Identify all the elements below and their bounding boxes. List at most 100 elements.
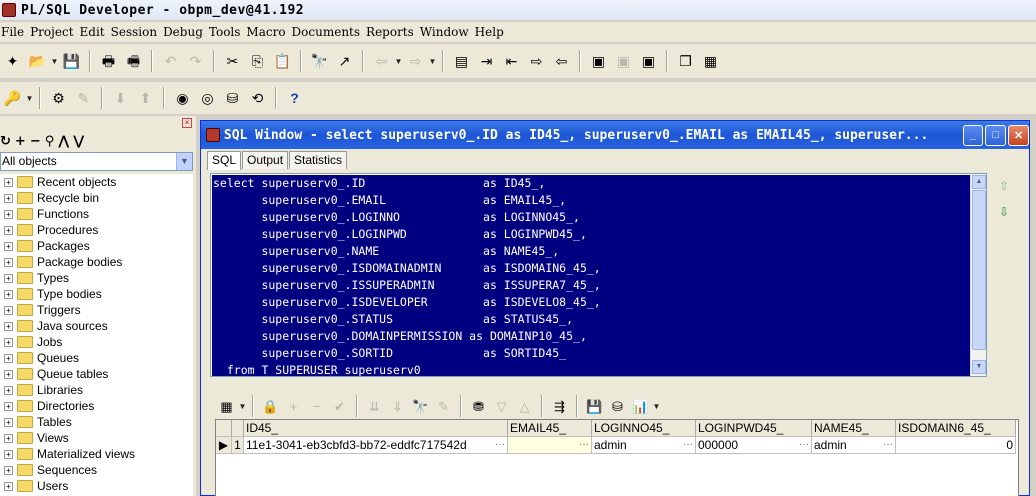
- indent-icon[interactable]: ⇥: [475, 50, 498, 73]
- browser-icon[interactable]: ▣: [587, 50, 610, 73]
- column-header[interactable]: LOGINNO45_: [592, 420, 696, 437]
- menu-help[interactable]: Help: [474, 25, 509, 39]
- ellipsis-icon[interactable]: ···: [799, 437, 809, 453]
- expand-toggle[interactable]: +: [4, 193, 13, 203]
- grid-dropdown-icon[interactable]: ▼: [238, 402, 247, 411]
- collapse-icon[interactable]: ⋁: [73, 134, 84, 149]
- expand-toggle[interactable]: +: [4, 305, 13, 315]
- expand-toggle[interactable]: +: [4, 209, 13, 219]
- menu-documents[interactable]: Documents: [291, 25, 365, 39]
- remove-icon[interactable]: −: [30, 134, 41, 149]
- save-icon[interactable]: 💾: [60, 50, 83, 73]
- find-icon[interactable]: ⚲: [45, 134, 55, 149]
- menu-edit[interactable]: Edit: [79, 25, 110, 39]
- editor-scrollbar[interactable]: ▲ ▼: [970, 174, 986, 376]
- menu-file[interactable]: File: [0, 25, 29, 39]
- tree-item-triggers[interactable]: + Triggers: [0, 302, 193, 318]
- menu-project[interactable]: Project: [29, 25, 78, 39]
- export-results-icon[interactable]: 💾: [584, 396, 605, 417]
- tree-item-queues[interactable]: + Queues: [0, 350, 193, 366]
- object-filter-select[interactable]: All objects ▼: [0, 152, 193, 171]
- query-by-example-icon[interactable]: ⛃: [468, 396, 489, 417]
- expand-toggle[interactable]: +: [4, 369, 13, 379]
- link-icon[interactable]: ⛁: [607, 396, 628, 417]
- clear-icon[interactable]: ✎: [433, 396, 454, 417]
- scrollbar-thumb[interactable]: [972, 190, 986, 350]
- grid-icon[interactable]: ▦: [216, 396, 237, 417]
- expand-toggle[interactable]: +: [4, 257, 13, 267]
- menu-debug[interactable]: Debug: [162, 25, 208, 39]
- grid-cell[interactable]: 000000 ···: [696, 437, 812, 454]
- expand-toggle[interactable]: +: [4, 401, 13, 411]
- expand-toggle[interactable]: +: [4, 481, 13, 491]
- lock-icon[interactable]: 🔒: [260, 396, 281, 417]
- tree-item-jobs[interactable]: + Jobs: [0, 334, 193, 350]
- delete-record-icon[interactable]: −: [306, 396, 327, 417]
- forward-icon[interactable]: ⇨: [404, 50, 427, 73]
- tree-item-tables[interactable]: + Tables: [0, 414, 193, 430]
- uppercase-icon[interactable]: ⇨: [525, 50, 548, 73]
- menu-macro[interactable]: Macro: [245, 25, 290, 39]
- find-icon[interactable]: 🔭: [410, 396, 431, 417]
- menu-reports[interactable]: Reports: [365, 25, 419, 39]
- maximize-icon[interactable]: □: [985, 124, 1007, 146]
- expand-icon[interactable]: ⋀: [58, 134, 69, 149]
- insert-record-icon[interactable]: +: [283, 396, 304, 417]
- export-icon[interactable]: ⬆: [134, 87, 157, 110]
- next-page-icon[interactable]: ▽: [491, 396, 512, 417]
- import-icon[interactable]: ⬇: [109, 87, 132, 110]
- column-header[interactable]: EMAIL45_: [508, 420, 592, 437]
- expand-toggle[interactable]: +: [4, 321, 13, 331]
- arrow-down-icon[interactable]: ⇩: [997, 205, 1011, 221]
- close-icon[interactable]: ✕: [1008, 124, 1030, 146]
- previous-page-icon[interactable]: △: [514, 396, 535, 417]
- tree-item-package-bodies[interactable]: + Package bodies: [0, 254, 193, 270]
- tree-item-sequences[interactable]: + Sequences: [0, 462, 193, 478]
- expand-toggle[interactable]: +: [4, 353, 13, 363]
- tree-item-recycle-bin[interactable]: + Recycle bin: [0, 190, 193, 206]
- expand-toggle[interactable]: +: [4, 337, 13, 347]
- expand-toggle[interactable]: +: [4, 385, 13, 395]
- tree-item-materialized-views[interactable]: + Materialized views: [0, 446, 193, 462]
- execute-icon[interactable]: ⛁: [221, 87, 244, 110]
- column-header[interactable]: ID45_: [244, 420, 508, 437]
- tree-item-libraries[interactable]: + Libraries: [0, 382, 193, 398]
- scroll-down-icon[interactable]: ▼: [972, 360, 986, 374]
- ellipsis-icon[interactable]: ···: [495, 437, 505, 453]
- tree-item-directories[interactable]: + Directories: [0, 398, 193, 414]
- tree-item-type-bodies[interactable]: + Type bodies: [0, 286, 193, 302]
- chart-icon[interactable]: 📊: [630, 396, 651, 417]
- table-row[interactable]: ▶ 1 11e1-3041-eb3cbfd3-bb72-eddfc717542d…: [216, 437, 1018, 454]
- connect-icon[interactable]: ▣: [612, 50, 635, 73]
- unindent-icon[interactable]: ⇤: [500, 50, 523, 73]
- wand-icon[interactable]: ✎: [72, 87, 95, 110]
- add-icon[interactable]: +: [15, 134, 26, 149]
- gear-icon[interactable]: ⚙: [47, 87, 70, 110]
- column-header[interactable]: LOGINPWD45_: [696, 420, 812, 437]
- expand-toggle[interactable]: +: [4, 289, 13, 299]
- open-icon[interactable]: 📂: [26, 50, 49, 73]
- disconnect-icon[interactable]: ▣: [637, 50, 660, 73]
- ellipsis-icon[interactable]: ···: [883, 437, 893, 453]
- tree-item-types[interactable]: + Types: [0, 270, 193, 286]
- close-icon[interactable]: ×: [182, 118, 192, 128]
- new-icon[interactable]: ✦: [1, 50, 24, 73]
- grid-cell[interactable]: 11e1-3041-eb3cbfd3-bb72-eddfc717542d ···: [244, 437, 508, 454]
- menu-window[interactable]: Window: [419, 25, 474, 39]
- tree-item-recent-objects[interactable]: + Recent objects: [0, 174, 193, 190]
- tab-output[interactable]: Output: [242, 151, 289, 169]
- expand-toggle[interactable]: +: [4, 433, 13, 443]
- fetch-last-icon[interactable]: ⇓: [387, 396, 408, 417]
- ellipsis-icon[interactable]: ···: [579, 437, 589, 453]
- expand-toggle[interactable]: +: [4, 449, 13, 459]
- sql-icon[interactable]: ◎: [196, 87, 219, 110]
- copy-icon[interactable]: ⎘: [246, 50, 269, 73]
- expand-toggle[interactable]: +: [4, 417, 13, 427]
- keys-icon[interactable]: 🔑: [1, 87, 24, 110]
- db-icon[interactable]: ◉: [171, 87, 194, 110]
- chart-dropdown-icon[interactable]: ▼: [652, 402, 661, 411]
- open-dropdown-icon[interactable]: ▼: [50, 57, 59, 66]
- undo-icon[interactable]: ↶: [159, 50, 182, 73]
- expand-toggle[interactable]: +: [4, 273, 13, 283]
- lowercase-icon[interactable]: ⇦: [550, 50, 573, 73]
